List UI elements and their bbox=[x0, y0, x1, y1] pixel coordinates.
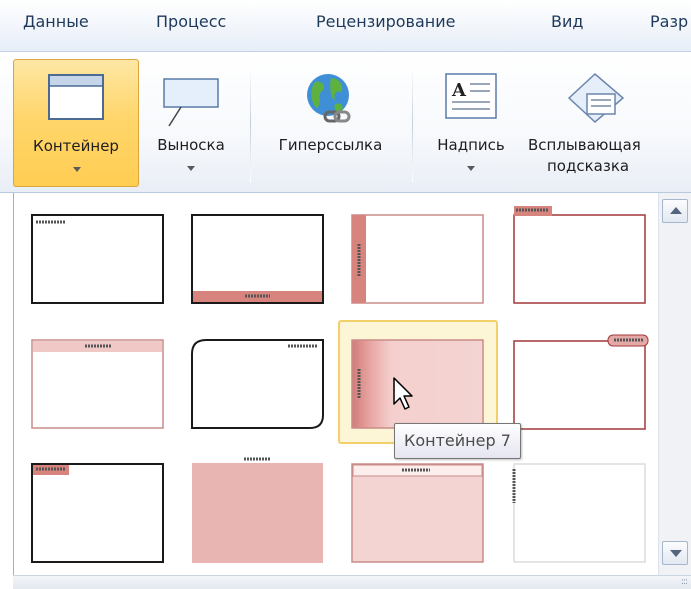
gallery-item-tooltip: Контейнер 7 bbox=[394, 423, 521, 459]
ribbon-separator bbox=[412, 66, 413, 182]
gallery-resize-bar[interactable]: ::: bbox=[13, 575, 691, 589]
ribbon-tab-bar: Данные Процесс Рецензирование Вид Разр bbox=[0, 0, 691, 52]
gallery-item-2[interactable] bbox=[190, 212, 325, 307]
scroll-up-button[interactable] bbox=[662, 199, 688, 223]
caption-button-label: Надпись bbox=[437, 136, 505, 154]
container-button-label: Контейнер bbox=[33, 137, 119, 155]
gallery-item-12[interactable] bbox=[510, 461, 650, 566]
resize-grip-icon[interactable]: ::: bbox=[681, 578, 688, 587]
caption-dropdown-arrow-icon bbox=[467, 166, 475, 171]
callout-icon bbox=[163, 78, 219, 127]
hyperlink-button-label: Гиперссылка bbox=[278, 136, 383, 154]
gallery-item-5[interactable] bbox=[30, 337, 165, 432]
gallery-item-10[interactable] bbox=[190, 455, 325, 566]
tab-process[interactable]: Процесс bbox=[156, 12, 226, 31]
container-icon bbox=[48, 74, 104, 120]
ribbon-separator bbox=[250, 66, 251, 182]
ribbon: Контейнер Выноска Гиперссылка A Надпись … bbox=[0, 52, 691, 193]
gallery-item-3[interactable] bbox=[350, 212, 485, 307]
scroll-down-button[interactable] bbox=[662, 541, 688, 565]
gallery-item-9[interactable] bbox=[30, 461, 165, 566]
gallery-item-11[interactable] bbox=[350, 461, 485, 566]
container-button[interactable]: Контейнер bbox=[13, 59, 139, 187]
screentip-button[interactable]: Всплывающая подсказка bbox=[523, 59, 691, 187]
gallery-item-7[interactable] bbox=[350, 337, 485, 432]
arrow-down-icon bbox=[670, 550, 682, 557]
svg-text:A: A bbox=[451, 80, 467, 101]
gallery-left-margin bbox=[0, 193, 13, 589]
gallery-item-6[interactable] bbox=[190, 337, 325, 432]
callout-button-label: Выноска bbox=[157, 136, 225, 154]
tab-data[interactable]: Данные bbox=[23, 12, 89, 31]
screentip-icon bbox=[567, 72, 625, 124]
screentip-button-label-line1: Всплывающая bbox=[528, 136, 641, 154]
screentip-button-label-line2: подсказка bbox=[547, 157, 630, 175]
tab-review[interactable]: Рецензирование bbox=[316, 12, 455, 31]
gallery-item-4[interactable] bbox=[510, 202, 650, 307]
caption-button[interactable]: A Надпись bbox=[421, 59, 521, 187]
hyperlink-button[interactable]: Гиперссылка bbox=[257, 59, 404, 187]
text-box-icon: A bbox=[445, 73, 497, 119]
gallery-item-8[interactable] bbox=[510, 331, 650, 436]
container-dropdown-arrow-icon bbox=[73, 167, 81, 172]
gallery-item-1[interactable] bbox=[30, 212, 165, 307]
tab-view[interactable]: Вид bbox=[551, 12, 583, 31]
mouse-cursor-icon bbox=[393, 377, 413, 410]
callout-button[interactable]: Выноска bbox=[141, 59, 241, 187]
gallery-scrollbar[interactable] bbox=[658, 193, 691, 575]
tab-developer[interactable]: Разр bbox=[650, 12, 688, 31]
callout-dropdown-arrow-icon bbox=[187, 166, 195, 171]
globe-link-icon bbox=[307, 74, 351, 123]
arrow-up-icon bbox=[670, 207, 682, 214]
